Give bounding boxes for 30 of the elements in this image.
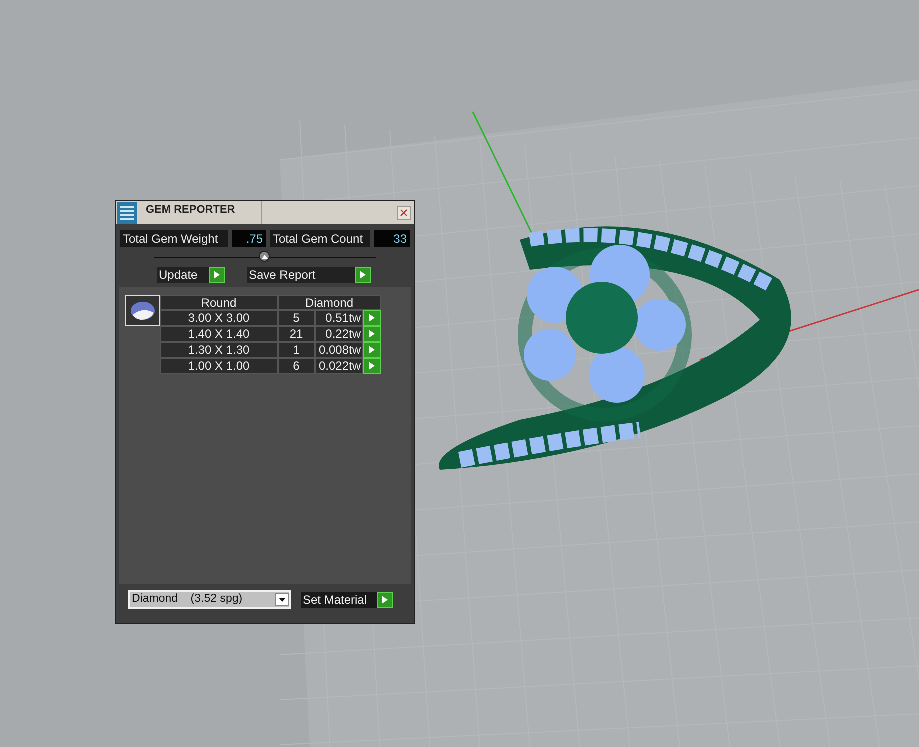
play-icon[interactable] xyxy=(377,592,393,608)
table-cell: 0.22tw xyxy=(315,326,363,342)
table-cell: 1.30 X 1.30 xyxy=(160,342,278,358)
gem-thumbnail-icon xyxy=(125,295,160,326)
table-cell: 6 xyxy=(278,358,315,374)
total-value-field[interactable]: 33 xyxy=(374,230,410,247)
table-cell: 0.51tw xyxy=(315,310,363,326)
total-label: Total Gem Weight xyxy=(120,230,228,247)
material-dropdown[interactable]: Diamond (3.52 spg) xyxy=(128,590,291,609)
table-cell: 3.00 X 3.00 xyxy=(160,310,278,326)
action-button[interactable]: Save Report xyxy=(247,267,355,283)
table-cell: 21 xyxy=(278,326,315,342)
table-cell: 0.008tw xyxy=(315,342,363,358)
table-cell: 1.00 X 1.00 xyxy=(160,358,278,374)
set-material-button[interactable]: Set Material xyxy=(301,592,377,608)
close-button[interactable] xyxy=(397,206,411,220)
dropdown-caret-icon[interactable] xyxy=(275,593,289,606)
column-header: Round xyxy=(160,295,278,310)
close-icon[interactable] xyxy=(400,208,408,216)
gem-app-icon xyxy=(117,202,137,224)
collapse-icon[interactable] xyxy=(259,251,270,262)
total-value-field[interactable]: .75 xyxy=(232,230,266,247)
table-cell: 1 xyxy=(278,342,315,358)
table-cell: 1.40 X 1.40 xyxy=(160,326,278,342)
total-label: Total Gem Count xyxy=(270,230,370,247)
table-cell: 5 xyxy=(278,310,315,326)
window-title: GEM REPORTER xyxy=(146,203,236,218)
column-header: Diamond xyxy=(278,295,381,310)
action-button[interactable]: Update xyxy=(157,267,209,283)
table-cell: 0.022tw xyxy=(315,358,363,374)
